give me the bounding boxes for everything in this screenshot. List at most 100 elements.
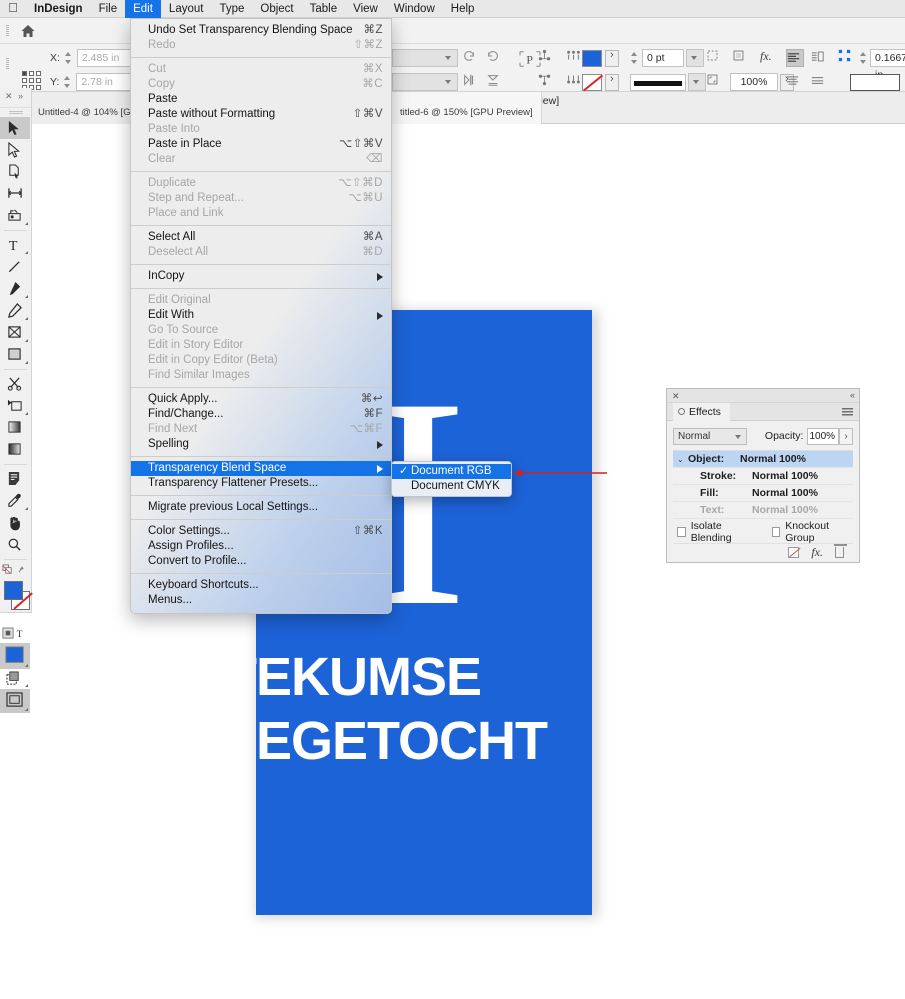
menu-item-paste[interactable]: Paste bbox=[131, 92, 391, 107]
collapse-panel-icon[interactable]: « bbox=[850, 390, 854, 400]
menu-item-select-all[interactable]: Select All ⌘A bbox=[131, 230, 391, 245]
rectangle-tool[interactable] bbox=[0, 344, 30, 366]
zoom-tool[interactable] bbox=[0, 534, 30, 556]
fx-effects-icon[interactable]: fx. bbox=[760, 49, 778, 67]
apply-color-icon[interactable] bbox=[0, 643, 30, 669]
stroke-style-dropdown[interactable] bbox=[688, 73, 706, 91]
line-tool[interactable] bbox=[0, 256, 30, 278]
note-tool[interactable] bbox=[0, 468, 30, 490]
apple-logo-icon[interactable]:  bbox=[0, 1, 26, 16]
close-icon[interactable]: ✕ bbox=[672, 391, 680, 401]
stroke-weight-input[interactable]: 0 pt bbox=[642, 49, 684, 67]
fit-content-proportionally-icon[interactable] bbox=[706, 49, 724, 67]
x-stepper[interactable] bbox=[64, 50, 73, 66]
align-justify-icon[interactable] bbox=[811, 73, 829, 91]
stroke-color-swatch[interactable] bbox=[582, 74, 602, 91]
menubar-item-layout[interactable]: Layout bbox=[161, 0, 212, 18]
menu-item-keyboard-shortcuts[interactable]: Keyboard Shortcuts... bbox=[131, 578, 391, 593]
pen-tool[interactable] bbox=[0, 278, 30, 300]
document-tab-untitled-6[interactable]: titled-6 @ 150% [GPU Preview] bbox=[392, 92, 542, 124]
stroke-style-preview[interactable] bbox=[630, 74, 686, 91]
menubar-item-table[interactable]: Table bbox=[302, 0, 346, 18]
menubar-item-file[interactable]: File bbox=[91, 0, 126, 18]
effects-row-stroke[interactable]: Stroke: Normal 100% bbox=[673, 468, 853, 485]
menu-item-quick-apply[interactable]: Quick Apply... ⌘↩ bbox=[131, 392, 391, 407]
effects-panel[interactable]: ✕ « Effects Normal Opacity: 100% › bbox=[666, 388, 860, 563]
menu-item-convert-to-profile[interactable]: Convert to Profile... bbox=[131, 554, 391, 569]
menu-item-menus[interactable]: Menus... bbox=[131, 593, 391, 608]
align-center-icon[interactable] bbox=[786, 73, 804, 91]
flip-vertical-icon[interactable] bbox=[486, 73, 504, 91]
combo-bottom[interactable] bbox=[392, 73, 458, 91]
isolate-blending-checkbox[interactable] bbox=[677, 527, 686, 537]
opacity-flyout-button[interactable]: › bbox=[839, 428, 853, 445]
gradient-feather-tool[interactable] bbox=[0, 439, 30, 461]
panel-grip[interactable] bbox=[6, 25, 9, 37]
panel-grip-lower[interactable] bbox=[6, 58, 9, 70]
knockout-group-checkbox[interactable] bbox=[772, 527, 781, 537]
menu-item-paste-in-place[interactable]: Paste in Place ⌥⇧⌘V bbox=[131, 137, 391, 152]
direct-selection-tool[interactable] bbox=[0, 139, 30, 161]
gap-tool[interactable] bbox=[0, 183, 30, 205]
menu-item-find-change[interactable]: Find/Change... ⌘F bbox=[131, 407, 391, 422]
tab-effects[interactable]: Effects bbox=[673, 403, 730, 421]
selection-tool[interactable] bbox=[0, 117, 30, 139]
clear-effects-icon[interactable] bbox=[788, 547, 799, 558]
preview-mode-icon[interactable] bbox=[0, 689, 30, 713]
content-collector-tool[interactable] bbox=[0, 205, 30, 227]
submenu-item-document-cmyk[interactable]: Document CMYK bbox=[392, 479, 511, 494]
align-left-icon[interactable] bbox=[786, 49, 804, 67]
chevron-down-icon[interactable]: ⌄ bbox=[677, 455, 688, 464]
combo-top[interactable] bbox=[392, 49, 458, 67]
menubar-item-view[interactable]: View bbox=[345, 0, 386, 18]
type-tool[interactable]: T bbox=[0, 234, 30, 256]
menu-item-incopy[interactable]: InCopy bbox=[131, 269, 391, 284]
menu-item-transparency-blend-space[interactable]: Transparency Blend Space bbox=[131, 461, 391, 476]
panel-menu-icon[interactable] bbox=[842, 408, 853, 416]
fill-stroke-proxy[interactable] bbox=[0, 579, 31, 625]
blend-mode-select[interactable]: Normal bbox=[673, 428, 747, 445]
fill-swatch-menu-button[interactable] bbox=[605, 50, 619, 67]
y-stepper[interactable] bbox=[63, 74, 72, 90]
menubar-item-help[interactable]: Help bbox=[443, 0, 483, 18]
menu-item-transparency-flattener-presets[interactable]: Transparency Flattener Presets... bbox=[131, 476, 391, 491]
menubar-item-type[interactable]: Type bbox=[211, 0, 252, 18]
align-top-icon[interactable] bbox=[538, 49, 556, 67]
tools-expand-icon[interactable]: » bbox=[18, 91, 23, 101]
gap-stepper[interactable] bbox=[859, 50, 868, 66]
menu-item-edit-with[interactable]: Edit With bbox=[131, 308, 391, 323]
tools-drag-grip[interactable] bbox=[9, 111, 23, 115]
hand-tool[interactable] bbox=[0, 512, 30, 534]
y-input[interactable]: 2.78 in bbox=[76, 73, 134, 91]
eyedropper-tool[interactable] bbox=[0, 490, 30, 512]
auto-fit-icon[interactable] bbox=[706, 73, 724, 91]
column-gutter-icon[interactable] bbox=[838, 49, 856, 67]
rotate-clockwise-icon[interactable] bbox=[462, 49, 480, 67]
menu-item-assign-profiles[interactable]: Assign Profiles... bbox=[131, 539, 391, 554]
menu-item-undo[interactable]: Undo Set Transparency Blending Space ⌘Z bbox=[131, 23, 391, 38]
stroke-weight-stepper[interactable] bbox=[630, 50, 639, 66]
scissors-tool[interactable] bbox=[0, 373, 30, 395]
edit-menu-dropdown[interactable]: Undo Set Transparency Blending Space ⌘Z … bbox=[130, 18, 392, 614]
frame-tool[interactable] bbox=[0, 322, 30, 344]
submenu-item-document-rgb[interactable]: ✓ Document RGB bbox=[392, 464, 511, 479]
fill-color-swatch[interactable] bbox=[582, 50, 602, 67]
pencil-tool[interactable] bbox=[0, 300, 30, 322]
swap-fill-stroke-icon[interactable] bbox=[0, 563, 30, 579]
text-wrap-icon[interactable] bbox=[811, 49, 829, 67]
gradient-swatch-tool[interactable] bbox=[0, 417, 30, 439]
fill-proxy-swatch[interactable] bbox=[4, 581, 23, 600]
formatting-affects-container-icon[interactable]: T bbox=[0, 625, 30, 643]
stroke-weight-dropdown[interactable] bbox=[686, 49, 704, 67]
normal-view-mode-icon[interactable] bbox=[0, 669, 30, 689]
menubar-item-window[interactable]: Window bbox=[386, 0, 443, 18]
flip-horizontal-icon[interactable] bbox=[462, 73, 480, 91]
frame-preview[interactable] bbox=[850, 74, 900, 91]
effects-row-object[interactable]: ⌄ Object: Normal 100% bbox=[673, 451, 853, 468]
fit-frame-to-content-icon[interactable] bbox=[732, 49, 750, 67]
scale-input[interactable]: 100% bbox=[730, 73, 778, 91]
menu-item-spelling[interactable]: Spelling bbox=[131, 437, 391, 452]
gap-input[interactable]: 0.1667 in bbox=[870, 49, 905, 67]
home-icon[interactable] bbox=[20, 23, 36, 39]
tools-close-icon[interactable]: ✕ bbox=[5, 91, 13, 102]
